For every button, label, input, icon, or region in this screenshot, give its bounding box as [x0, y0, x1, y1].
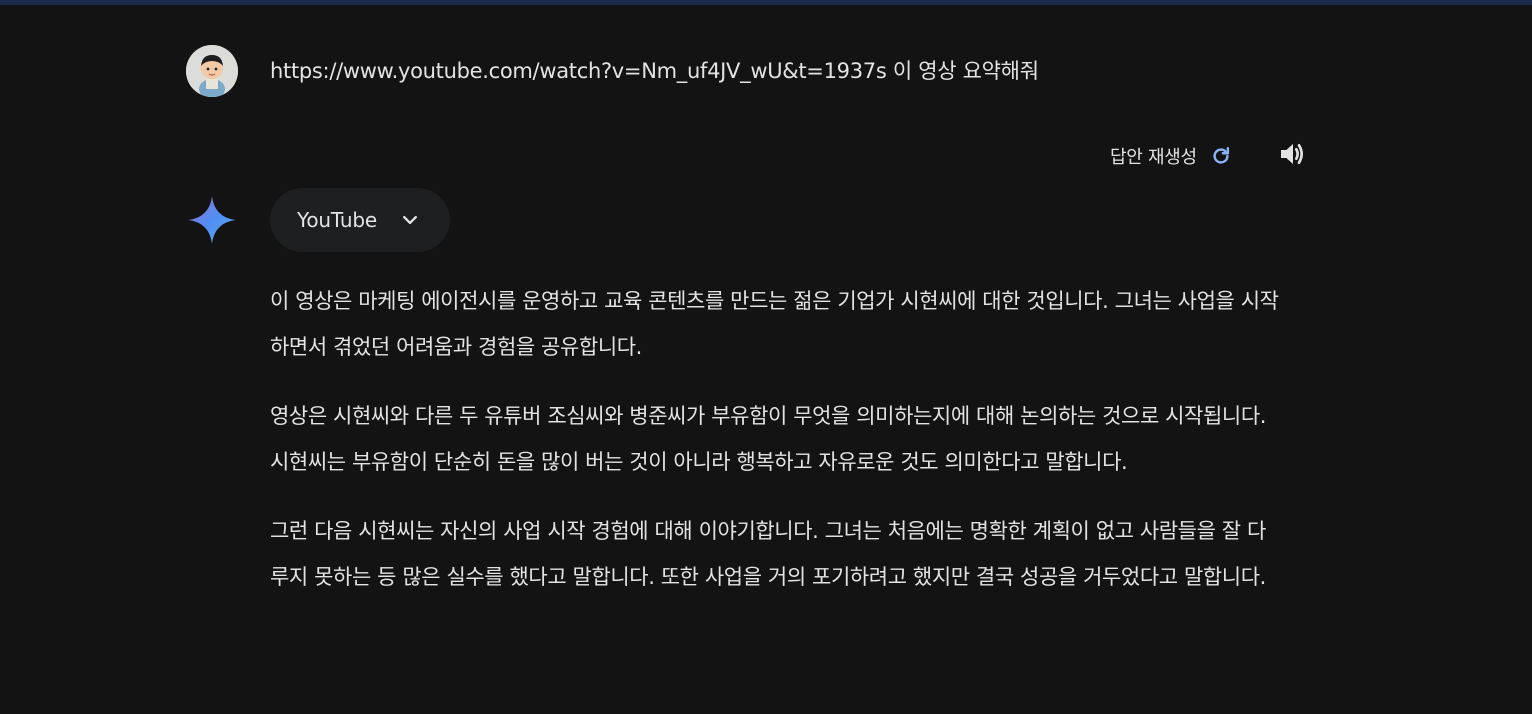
- top-accent-bar: [0, 0, 1532, 5]
- speaker-icon: [1277, 138, 1309, 174]
- user-prompt-text: https://www.youtube.com/watch?v=Nm_uf4JV…: [270, 59, 1039, 83]
- user-message: [186, 45, 238, 97]
- model-response: 이 영상은 마케팅 에이전시를 운영하고 교육 콘텐츠를 만드는 젊은 기업가 …: [270, 278, 1280, 623]
- user-avatar[interactable]: [186, 45, 238, 97]
- sparkle-icon: [186, 194, 238, 246]
- response-paragraph: 그런 다음 시현씨는 자신의 사업 시작 경험에 대해 이야기합니다. 그녀는 …: [270, 519, 1266, 589]
- listen-button[interactable]: [1275, 138, 1311, 174]
- chevron-down-icon: [399, 209, 421, 231]
- regenerate-button[interactable]: 답안 재생성: [1110, 143, 1233, 169]
- refresh-icon: [1209, 144, 1233, 168]
- youtube-extension-chip[interactable]: YouTube: [270, 188, 450, 252]
- response-paragraph: 이 영상은 마케팅 에이전시를 운영하고 교육 콘텐츠를 만드는 젊은 기업가 …: [270, 289, 1279, 359]
- regenerate-label: 답안 재생성: [1110, 147, 1197, 168]
- extension-chip-label: YouTube: [297, 208, 377, 232]
- response-actions: 답안 재생성: [1110, 138, 1311, 174]
- response-paragraph: 영상은 시현씨와 다른 두 유튜버 조심씨와 병준씨가 부유함이 무엇을 의미하…: [270, 404, 1267, 474]
